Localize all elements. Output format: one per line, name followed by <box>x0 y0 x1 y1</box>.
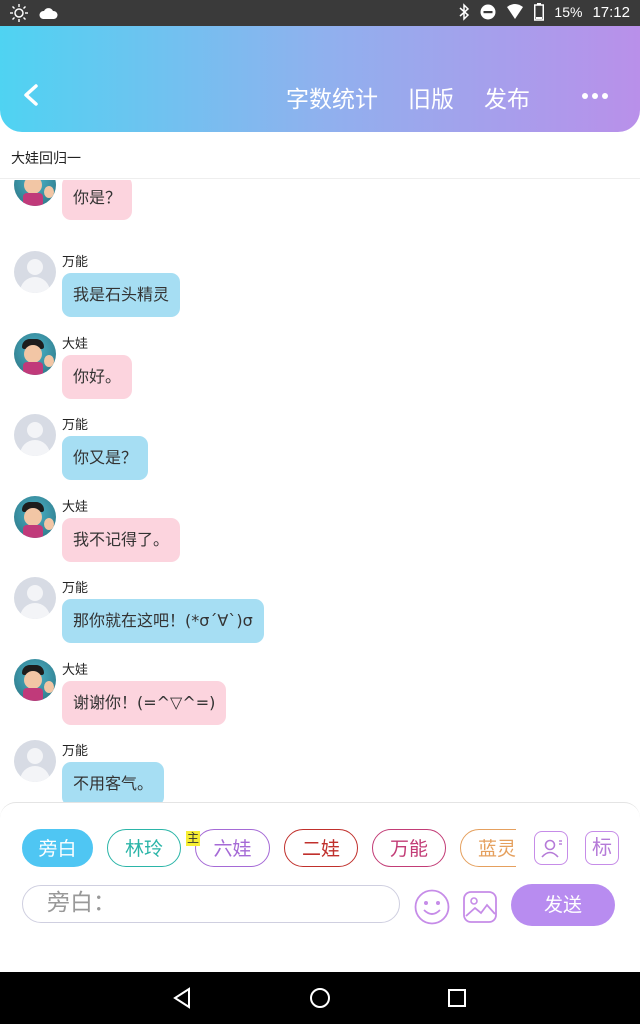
old-version-button[interactable]: 旧版 <box>408 80 454 114</box>
message-bubble[interactable]: 我不记得了。 <box>62 518 181 562</box>
status-bar: 15% 17:12 <box>0 0 640 26</box>
bluetooth-icon <box>459 3 470 21</box>
host-tag: 主 <box>186 831 201 846</box>
cloud-icon <box>39 8 58 19</box>
person-card-icon[interactable] <box>534 831 568 865</box>
top-app-bar: 字数统计 旧版 发布 <box>0 26 640 132</box>
brightness-icon <box>10 4 28 22</box>
divider <box>0 178 640 179</box>
character-chip[interactable]: 六娃 <box>195 829 270 867</box>
character-chip[interactable]: 林玲 <box>107 829 181 867</box>
chat-list[interactable]: 大娃 你是？ 万能 我是石头精灵 大娃 你好。 万能 你又是？ 大娃 我不记得了… <box>0 180 640 802</box>
compose-panel: 旁白 林玲 六娃 二娃 万能 蓝灵 主 标 旁白： 发送 <box>0 802 640 927</box>
word-count-button[interactable]: 字数统计 <box>286 80 378 114</box>
character-chip[interactable]: 蓝灵 <box>460 829 516 867</box>
character-chip-narrator[interactable]: 旁白 <box>22 829 93 867</box>
avatar[interactable] <box>14 333 56 375</box>
character-chip[interactable]: 万能 <box>372 829 446 867</box>
message-input[interactable]: 旁白： <box>22 885 400 923</box>
message-bubble[interactable]: 那你就在这吧！(*σ´∀`)σ <box>62 599 264 643</box>
message-bubble[interactable]: 不用客气。 <box>62 762 165 802</box>
message-bubble[interactable]: 谢谢你！(=^▽^=) <box>62 681 227 725</box>
speaker-name: 万能 <box>62 744 89 759</box>
avatar[interactable] <box>14 740 56 782</box>
avatar[interactable] <box>14 251 56 293</box>
avatar[interactable] <box>14 496 56 538</box>
clock: 17:12 <box>592 3 630 21</box>
speaker-name: 万能 <box>62 255 89 270</box>
speaker-name: 大娃 <box>62 500 89 515</box>
nav-recents-icon[interactable] <box>445 986 469 1010</box>
back-arrow-icon[interactable] <box>18 78 48 112</box>
avatar[interactable] <box>14 659 56 701</box>
speaker-name: 万能 <box>62 581 89 596</box>
tag-button[interactable]: 标 <box>585 831 619 865</box>
avatar[interactable] <box>14 414 56 456</box>
story-title: 大娃回归一 <box>11 151 81 167</box>
character-chip-row[interactable]: 旁白 林玲 六娃 二娃 万能 蓝灵 <box>22 829 516 871</box>
send-button[interactable]: 发送 <box>511 884 615 926</box>
system-nav-bar <box>0 972 640 1024</box>
avatar[interactable] <box>14 180 56 206</box>
more-menu-icon[interactable] <box>582 84 614 104</box>
character-chip[interactable]: 二娃 <box>284 829 358 867</box>
battery-icon <box>534 3 545 21</box>
speaker-name: 大娃 <box>62 337 89 352</box>
message-bubble[interactable]: 你是？ <box>62 180 133 220</box>
do-not-disturb-icon <box>480 4 496 20</box>
avatar[interactable] <box>14 577 56 619</box>
emoji-icon[interactable] <box>414 889 450 925</box>
image-icon[interactable] <box>462 889 498 925</box>
message-bubble[interactable]: 你好。 <box>62 355 133 399</box>
speaker-name: 万能 <box>62 418 89 433</box>
wifi-icon <box>507 4 524 19</box>
message-bubble[interactable]: 你又是？ <box>62 436 149 480</box>
nav-back-icon[interactable] <box>171 986 195 1010</box>
speaker-name: 大娃 <box>62 663 89 678</box>
publish-button[interactable]: 发布 <box>484 80 530 114</box>
message-bubble[interactable]: 我是石头精灵 <box>62 273 181 317</box>
nav-home-icon[interactable] <box>308 986 332 1010</box>
battery-percent: 15% <box>554 4 583 20</box>
